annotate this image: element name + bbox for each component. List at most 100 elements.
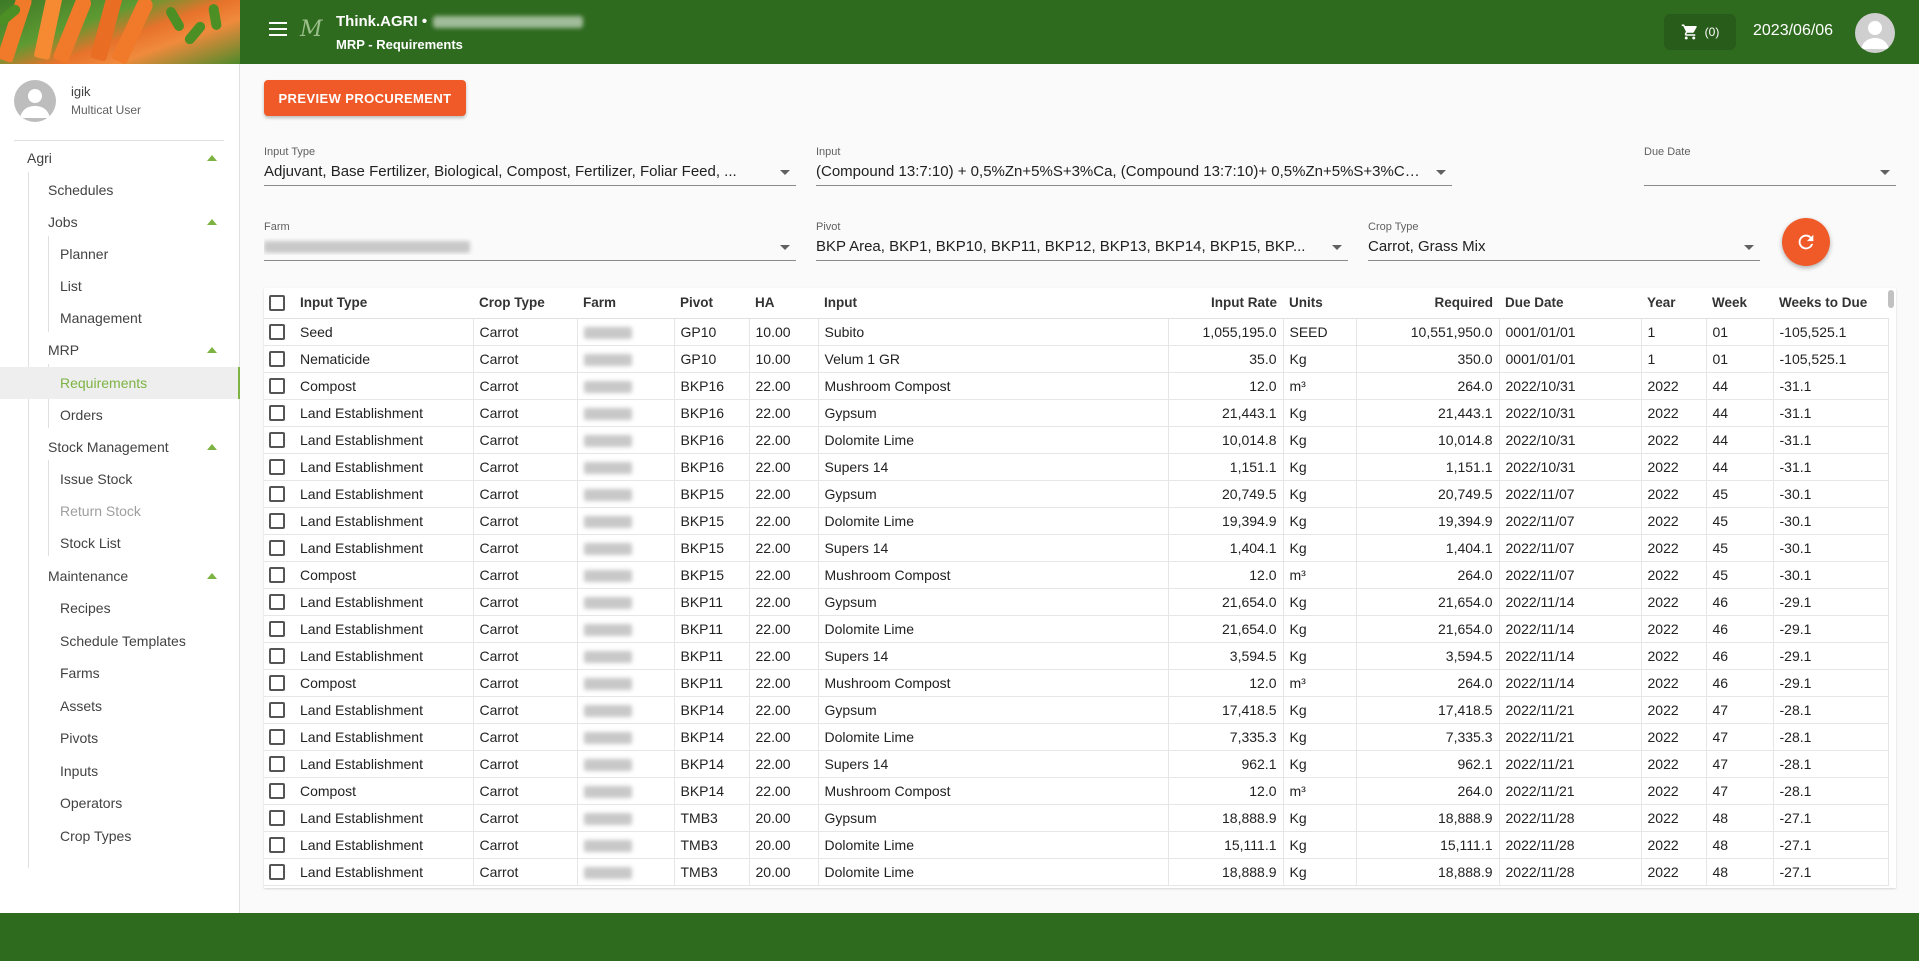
nav-agri[interactable]: Agri — [27, 142, 224, 174]
nav-requirements[interactable]: Requirements — [0, 367, 240, 399]
nav-planner[interactable]: Planner — [60, 238, 224, 270]
user-avatar-icon[interactable] — [1855, 13, 1895, 53]
row-checkbox[interactable] — [269, 378, 285, 395]
nav-mrp[interactable]: MRP — [48, 334, 224, 366]
input-select[interactable]: Input (Compound 13:7:10) + 0,5%Zn+5%S+3%… — [816, 146, 1452, 186]
nav-jobs[interactable]: Jobs — [48, 206, 224, 238]
row-checkbox[interactable] — [269, 756, 285, 773]
nav-maintenance[interactable]: Maintenance — [48, 560, 224, 592]
row-checkbox[interactable] — [269, 513, 285, 530]
nav-recipes[interactable]: Recipes — [60, 592, 224, 624]
table-row[interactable]: Compost Carrot BKP11 22.00 Mushroom Compost 1… — [264, 669, 1889, 697]
nav-inputs[interactable]: Inputs — [60, 755, 224, 787]
nav-schedule-templates[interactable]: Schedule Templates — [60, 625, 224, 657]
nav-stock-list[interactable]: Stock List — [60, 527, 224, 559]
select-all-checkbox[interactable] — [269, 294, 285, 311]
row-checkbox[interactable] — [269, 675, 285, 692]
table-row[interactable]: Land Establishment Carrot BKP11 22.00 Gypsum… — [264, 588, 1889, 616]
nav-schedules[interactable]: Schedules — [48, 174, 224, 206]
column-header[interactable]: Farm — [577, 288, 674, 319]
row-checkbox[interactable] — [269, 486, 285, 503]
table-cell: Dolomite Lime — [818, 858, 1169, 886]
nav-issue-stock[interactable]: Issue Stock — [60, 463, 224, 495]
nav-farms[interactable]: Farms — [60, 657, 224, 689]
table-cell: 2022 — [1641, 669, 1707, 697]
due-date-select[interactable]: Due Date — [1644, 146, 1896, 186]
column-header[interactable]: Weeks to Due — [1773, 288, 1888, 319]
table-cell: 22.00 — [749, 426, 819, 454]
row-checkbox[interactable] — [269, 648, 285, 665]
table-row[interactable]: Land Establishment Carrot TMB3 20.00 Dolomit… — [264, 858, 1889, 886]
nav-management[interactable]: Management — [60, 302, 224, 334]
column-header[interactable]: Pivot — [674, 288, 749, 319]
nav-stock-management[interactable]: Stock Management — [48, 431, 224, 463]
row-select-cell — [264, 723, 294, 751]
column-header[interactable]: Input Rate — [1168, 288, 1283, 319]
row-checkbox[interactable] — [269, 702, 285, 719]
table-scrollbar[interactable] — [1888, 290, 1894, 308]
table-row[interactable]: Compost Carrot BKP16 22.00 Mushroom Compost 1… — [264, 372, 1889, 400]
row-checkbox[interactable] — [269, 837, 285, 854]
cart-button[interactable]: (0) — [1664, 14, 1736, 50]
redacted-text — [583, 569, 632, 582]
table-cell: 3,594.5 — [1356, 642, 1500, 670]
table-row[interactable]: Land Establishment Carrot BKP14 22.00 Supers… — [264, 750, 1889, 778]
table-cell: -27.1 — [1773, 804, 1889, 832]
column-header[interactable]: Week — [1706, 288, 1773, 319]
row-checkbox[interactable] — [269, 351, 285, 368]
table-row[interactable]: Land Establishment Carrot BKP14 22.00 Dolomi… — [264, 723, 1889, 751]
row-checkbox[interactable] — [269, 594, 285, 611]
table-row[interactable]: Land Establishment Carrot TMB3 20.00 Gypsum 1… — [264, 804, 1889, 832]
input-type-select[interactable]: Input Type Adjuvant, Base Fertilizer, Bi… — [264, 146, 796, 186]
table-row[interactable]: Land Establishment Carrot BKP15 22.00 Supers… — [264, 534, 1889, 562]
table-row[interactable]: Compost Carrot BKP15 22.00 Mushroom Compost 1… — [264, 561, 1889, 589]
refresh-button[interactable] — [1782, 218, 1830, 266]
column-header[interactable]: Input — [818, 288, 1168, 319]
pivot-select[interactable]: Pivot BKP Area, BKP1, BKP10, BKP11, BKP1… — [816, 221, 1348, 261]
nav-orders[interactable]: Orders — [60, 399, 224, 431]
nav-pivots[interactable]: Pivots — [60, 722, 224, 754]
column-header[interactable]: Year — [1641, 288, 1706, 319]
row-checkbox[interactable] — [269, 810, 285, 827]
row-checkbox[interactable] — [269, 432, 285, 449]
table-row[interactable]: Land Establishment Carrot BKP11 22.00 Dolomi… — [264, 615, 1889, 643]
table-row[interactable]: Seed Carrot GP10 10.00 Subito 1,055,195.0 SEED… — [264, 318, 1889, 346]
column-header[interactable]: Units — [1283, 288, 1356, 319]
nav-assets[interactable]: Assets — [60, 690, 224, 722]
column-header[interactable]: Required — [1356, 288, 1499, 319]
table-row[interactable]: Nematicide Carrot GP10 10.00 Velum 1 GR 35.0 K… — [264, 345, 1889, 373]
column-header[interactable]: Due Date — [1499, 288, 1641, 319]
table-cell: 22.00 — [749, 642, 819, 670]
row-checkbox[interactable] — [269, 729, 285, 746]
nav-operators[interactable]: Operators — [60, 787, 224, 819]
nav-list[interactable]: List — [60, 270, 224, 302]
table-row[interactable]: Land Establishment Carrot BKP11 22.00 Supers… — [264, 642, 1889, 670]
row-checkbox[interactable] — [269, 324, 285, 341]
row-checkbox[interactable] — [269, 540, 285, 557]
table-row[interactable]: Land Establishment Carrot BKP16 22.00 Gypsum… — [264, 399, 1889, 427]
table-row[interactable]: Land Establishment Carrot BKP15 22.00 Gypsum… — [264, 480, 1889, 508]
column-header[interactable]: HA — [749, 288, 818, 319]
crop-type-select[interactable]: Crop Type Carrot, Grass Mix — [1368, 221, 1760, 261]
row-checkbox[interactable] — [269, 459, 285, 476]
table-cell: 22.00 — [749, 615, 819, 643]
column-header[interactable]: Input Type — [294, 288, 473, 319]
farm-select[interactable]: Farm — [264, 221, 796, 261]
table-row[interactable]: Land Establishment Carrot TMB3 20.00 Dolomit… — [264, 831, 1889, 859]
row-checkbox[interactable] — [269, 405, 285, 422]
table-row[interactable]: Land Establishment Carrot BKP16 22.00 Dolomi… — [264, 426, 1889, 454]
row-checkbox[interactable] — [269, 864, 285, 881]
nav-crop-types[interactable]: Crop Types — [60, 820, 224, 852]
table-row[interactable]: Land Establishment Carrot BKP16 22.00 Supers… — [264, 453, 1889, 481]
menu-icon[interactable] — [264, 18, 292, 46]
row-checkbox[interactable] — [269, 567, 285, 584]
table-row[interactable]: Land Establishment Carrot BKP14 22.00 Gypsum… — [264, 696, 1889, 724]
row-checkbox[interactable] — [269, 783, 285, 800]
row-checkbox[interactable] — [269, 621, 285, 638]
preview-procurement-button[interactable]: PREVIEW PROCUREMENT — [264, 80, 466, 116]
table-row[interactable]: Compost Carrot BKP14 22.00 Mushroom Compost 1… — [264, 777, 1889, 805]
table-row[interactable]: Land Establishment Carrot BKP15 22.00 Dolomi… — [264, 507, 1889, 535]
column-header[interactable]: Crop Type — [473, 288, 577, 319]
table-cell: Carrot — [473, 561, 578, 589]
table-cell: m³ — [1283, 561, 1357, 589]
